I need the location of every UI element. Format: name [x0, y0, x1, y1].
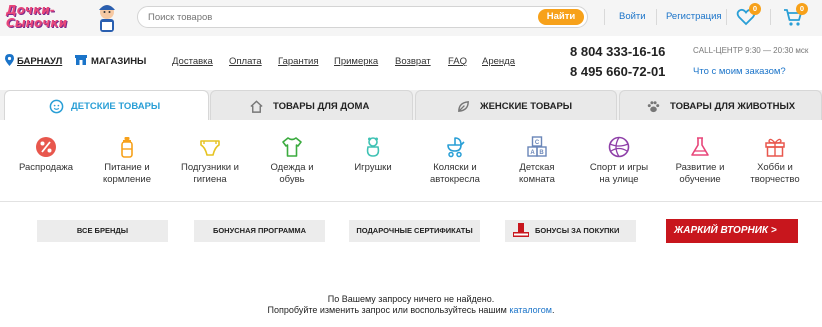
- nav-rent[interactable]: Аренда: [482, 56, 515, 67]
- leaf-icon: [458, 101, 469, 112]
- category-label: Распродажа: [18, 162, 74, 173]
- bottle-icon: [121, 137, 133, 158]
- favorites-button[interactable]: 0: [735, 3, 761, 30]
- tab-label: ТОВАРЫ ДЛЯ ЖИВОТНЫХ: [670, 101, 796, 112]
- category-tabs: ДЕТСКИЕ ТОВАРЫ ТОВАРЫ ДЛЯ ДОМА ЖЕНСКИЕ Т…: [0, 90, 822, 121]
- nav-return[interactable]: Возврат: [395, 56, 431, 67]
- ball-icon: [608, 136, 630, 158]
- gift-icon: [765, 138, 785, 157]
- divider: [656, 9, 657, 25]
- divider: [726, 9, 727, 25]
- svg-text:B: B: [539, 150, 544, 156]
- suggestion-end: .: [551, 305, 555, 315]
- diaper-icon: [200, 140, 220, 156]
- category-label: Детская комната: [519, 162, 555, 185]
- shops-link[interactable]: МАГАЗИНЫ: [91, 56, 146, 67]
- hot-tuesday-banner[interactable]: ЖАРКИЙ ВТОРНИК >: [666, 219, 798, 243]
- order-status-link[interactable]: Что с моим заказом?: [693, 66, 786, 77]
- promo-area: ВСЕ БРЕНДЫ БОНУСНАЯ ПРОГРАММА ПОДАРОЧНЫЕ…: [0, 203, 822, 327]
- no-results-message: По Вашему запросу ничего не найдено. Поп…: [0, 294, 822, 316]
- logo[interactable]: Дочки-Сыночки: [6, 2, 124, 34]
- nav-fitting[interactable]: Примерка: [334, 56, 378, 67]
- percent-icon: [36, 137, 56, 157]
- divider: [770, 9, 771, 25]
- login-link[interactable]: Войти: [619, 11, 646, 22]
- flask-icon: [691, 137, 709, 156]
- search-input[interactable]: [148, 10, 528, 24]
- category-label: Спорт и игры на улице: [589, 162, 649, 185]
- callcenter-hours: CALL-ЦЕНТР 9:30 — 20:30 мск: [693, 46, 809, 55]
- catalog-link[interactable]: каталогом: [509, 305, 552, 315]
- house-icon: [250, 100, 263, 113]
- bonus-logo-icon: [513, 223, 529, 237]
- tab-label: ТОВАРЫ ДЛЯ ДОМА: [273, 101, 370, 112]
- search-button[interactable]: Найти: [538, 9, 584, 25]
- shirt-icon: [282, 137, 302, 157]
- category-label: Игрушки: [354, 162, 392, 173]
- category-label: Питание и кормление: [102, 162, 152, 185]
- bonus-purchases-button[interactable]: БОНУСЫ ЗА ПОКУПКИ: [505, 220, 636, 242]
- category-label: Хобби и творчество: [750, 162, 800, 185]
- categories-row: Распродажа Питание и кормление Подгузники…: [0, 120, 822, 202]
- tab-label: ДЕТСКИЕ ТОВАРЫ: [71, 101, 161, 112]
- gift-certificates-button[interactable]: ПОДАРОЧНЫЕ СЕРТИФИКАТЫ: [349, 220, 480, 242]
- register-link[interactable]: Регистрация: [666, 11, 722, 22]
- location-pin-icon: [5, 54, 14, 66]
- category-label: Коляски и автокресла: [430, 162, 480, 185]
- nav-faq[interactable]: FAQ: [448, 56, 467, 67]
- blocks-icon: C A B: [527, 136, 547, 157]
- paw-icon: [647, 101, 660, 113]
- logo-text: Дочки-Сыночки: [6, 3, 67, 30]
- tab-label: ЖЕНСКИЕ ТОВАРЫ: [480, 101, 573, 112]
- nav-warranty[interactable]: Гарантия: [278, 56, 319, 67]
- bonus-program-button[interactable]: БОНУСНАЯ ПРОГРАММА: [194, 220, 325, 242]
- nav-payment[interactable]: Оплата: [229, 56, 262, 67]
- info-row: БАРНАУЛ МАГАЗИНЫ Доставка Оплата Гаранти…: [0, 36, 822, 90]
- stroller-icon: [447, 137, 465, 158]
- category-label: Подгузники и гигиена: [181, 162, 239, 185]
- all-brands-button[interactable]: ВСЕ БРЕНДЫ: [37, 220, 168, 242]
- svg-text:C: C: [535, 140, 540, 146]
- toy-icon: [366, 137, 380, 157]
- svg-text:A: A: [530, 150, 535, 156]
- header: Дочки-Сыночки Найти Войти Регистрация 0 …: [0, 0, 822, 36]
- store-icon: [75, 55, 87, 65]
- divider: [604, 9, 605, 25]
- baby-icon: [49, 99, 64, 114]
- tab-women[interactable]: ЖЕНСКИЕ ТОВАРЫ: [415, 90, 617, 120]
- cart-button[interactable]: 0: [782, 3, 808, 30]
- cart-count-badge: 0: [796, 3, 808, 15]
- phone-2[interactable]: 8 495 660-72-01: [570, 64, 665, 79]
- no-results-text: По Вашему запросу ничего не найдено.: [327, 294, 495, 304]
- search-box: Найти: [137, 6, 588, 28]
- phone-1[interactable]: 8 804 333-16-16: [570, 44, 665, 59]
- logo-kid-icon: [99, 5, 115, 32]
- favorites-count-badge: 0: [749, 3, 761, 15]
- nav-delivery[interactable]: Доставка: [172, 56, 213, 67]
- tab-kids[interactable]: ДЕТСКИЕ ТОВАРЫ: [4, 90, 209, 121]
- bonus-purchases-label: БОНУСЫ ЗА ПОКУПКИ: [535, 226, 620, 235]
- tab-pets[interactable]: ТОВАРЫ ДЛЯ ЖИВОТНЫХ: [619, 90, 822, 120]
- category-label: Одежда и обувь: [270, 162, 314, 185]
- city-selector[interactable]: БАРНАУЛ: [17, 56, 62, 67]
- tab-home[interactable]: ТОВАРЫ ДЛЯ ДОМА: [210, 90, 413, 120]
- category-label: Развитие и обучение: [675, 162, 725, 185]
- suggestion-text: Попробуйте изменить запрос или воспользу…: [267, 305, 510, 315]
